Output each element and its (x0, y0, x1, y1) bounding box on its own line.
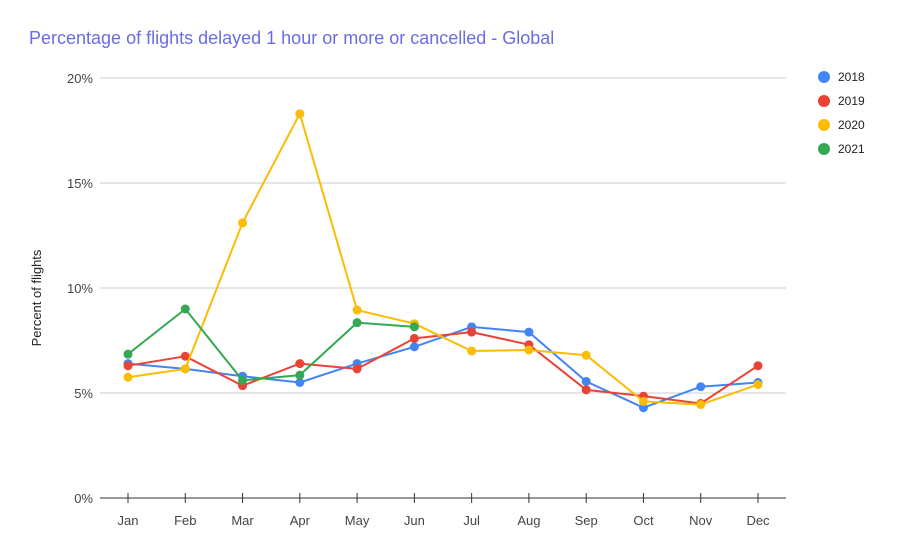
y-axis-title: Percent of flights (29, 249, 44, 346)
axes: 0% 5% 10% 15% 20% Jan Feb Mar Apr May Jun Jul Aug Sep… (67, 71, 786, 528)
x-tick-label: Sep (575, 513, 598, 528)
series-2021 (123, 304, 419, 385)
series-2019 (123, 327, 763, 408)
legend-item-2021: 2021 (818, 142, 865, 156)
series-2018-line (127, 325, 759, 409)
y-tick-label: 20% (67, 71, 93, 86)
legend-item-2019: 2019 (818, 94, 865, 108)
series-2018-point (581, 376, 591, 386)
series-2020-point (123, 372, 133, 382)
series-2020-point (180, 364, 190, 374)
legend-swatch-icon (818, 71, 830, 83)
x-tick-label: Jul (463, 513, 480, 528)
series-2021-point (238, 375, 248, 385)
legend: 2018 2019 2020 2021 (818, 70, 865, 156)
x-tick-label: Jun (404, 513, 425, 528)
x-tick-label: Aug (517, 513, 540, 528)
series-2019-point (409, 333, 419, 343)
series-2019-point (123, 361, 133, 371)
x-tick-label: Jan (118, 513, 139, 528)
x-tick-label: Mar (231, 513, 254, 528)
series-2020 (123, 109, 763, 410)
series-2021-point (352, 318, 362, 328)
series-2019-point (352, 364, 362, 374)
y-tick-label: 15% (67, 176, 93, 191)
series-2019-point (467, 327, 477, 337)
y-tick-label: 0% (74, 491, 93, 506)
line-chart: 0% 5% 10% 15% 20% Jan Feb Mar Apr May Jun Jul Aug Sep… (29, 70, 865, 528)
series-2020-point (696, 400, 706, 410)
series-2020-point (352, 305, 362, 315)
series (123, 109, 763, 413)
legend-item-2018: 2018 (818, 70, 865, 84)
series-2019-point (295, 359, 305, 369)
series-2021-point (180, 304, 190, 314)
series-2019-point (753, 361, 763, 371)
series-2021-line (127, 308, 415, 382)
gridlines (100, 77, 786, 394)
legend-swatch-icon (818, 95, 830, 107)
legend-swatch-icon (818, 119, 830, 131)
series-2020-point (238, 218, 248, 228)
x-tick-label: Dec (746, 513, 770, 528)
legend-label: 2019 (838, 94, 865, 108)
legend-swatch-icon (818, 143, 830, 155)
legend-label: 2021 (838, 142, 865, 156)
series-2018-point (696, 382, 706, 392)
x-tick-label: May (345, 513, 370, 528)
y-tick-label: 5% (74, 386, 93, 401)
series-2020-point (581, 350, 591, 360)
x-tick-label: Oct (633, 513, 654, 528)
x-tick-label: Apr (290, 513, 311, 528)
series-2018-point (409, 342, 419, 352)
series-2020-point (295, 109, 305, 119)
series-2021-point (123, 349, 133, 359)
series-2021-point (295, 370, 305, 380)
series-2020-point (524, 345, 534, 355)
legend-label: 2018 (838, 70, 865, 84)
legend-item-2020: 2020 (818, 118, 865, 132)
series-2019-point (581, 385, 591, 395)
series-2020-line (127, 112, 759, 406)
series-2020-point (753, 380, 763, 390)
series-2021-point (409, 322, 419, 332)
series-2020-point (638, 396, 648, 406)
x-tick-label: Nov (689, 513, 713, 528)
legend-label: 2020 (838, 118, 865, 132)
series-2020-point (467, 346, 477, 356)
x-tick-label: Feb (174, 513, 196, 528)
y-tick-label: 10% (67, 281, 93, 296)
series-2018-point (524, 327, 534, 337)
